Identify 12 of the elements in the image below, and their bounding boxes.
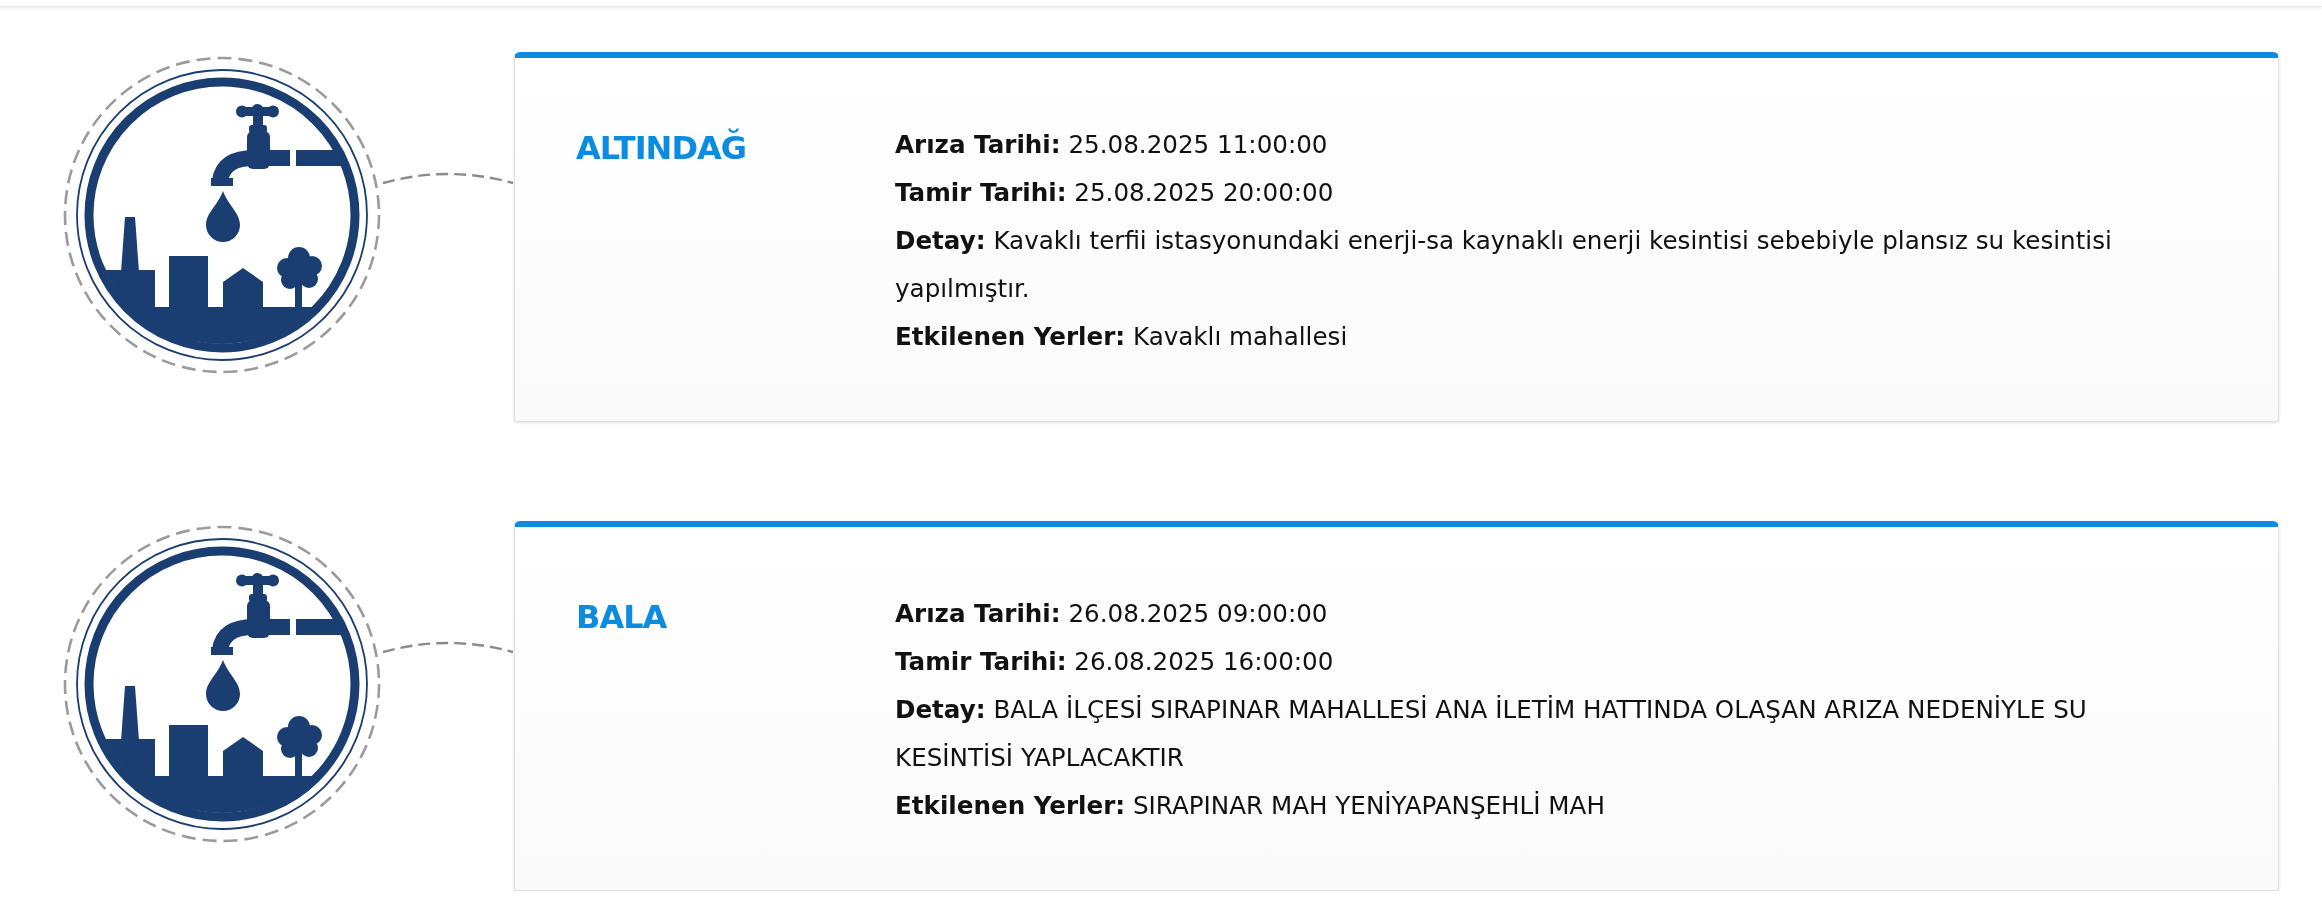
district-name: ALTINDAĞ <box>576 127 747 169</box>
detail-line: Tamir Tarihi: 26.08.2025 16:00:00 <box>895 646 1335 678</box>
detail-line: Arıza Tarihi: 26.08.2025 09:00:00 <box>895 598 1329 630</box>
detail-line: Detay: BALA İLÇESİ SIRAPINAR MAHALLESİ ANA İLETİM HATTINDA OLAŞAN ARIZA NEDENİYLE SU KESİNTİSİ YAPLACAKTIR <box>895 694 2088 774</box>
district-name: BALA <box>576 597 668 638</box>
tap-city-icon <box>62 524 382 844</box>
detail-line: Etkilenen Yerler: Kavaklı mahallesi <box>895 321 1349 353</box>
detail-line: Etkilenen Yerler: SIRAPINAR MAH YENİYAPANŞEHLİ MAH <box>895 790 1606 822</box>
detail-line: Tamir Tarihi: 25.08.2025 20:00:00 <box>895 177 1335 209</box>
detail-line: Arıza Tarihi: 25.08.2025 11:00:00 <box>895 129 1329 161</box>
tap-city-icon <box>62 55 382 375</box>
detail-line: Detay: Kavaklı terfii istasyonundaki enerji-sa kaynaklı enerji kesintisi sebebiyle plansız su kesintisi yapılmıştır. <box>895 225 2113 305</box>
